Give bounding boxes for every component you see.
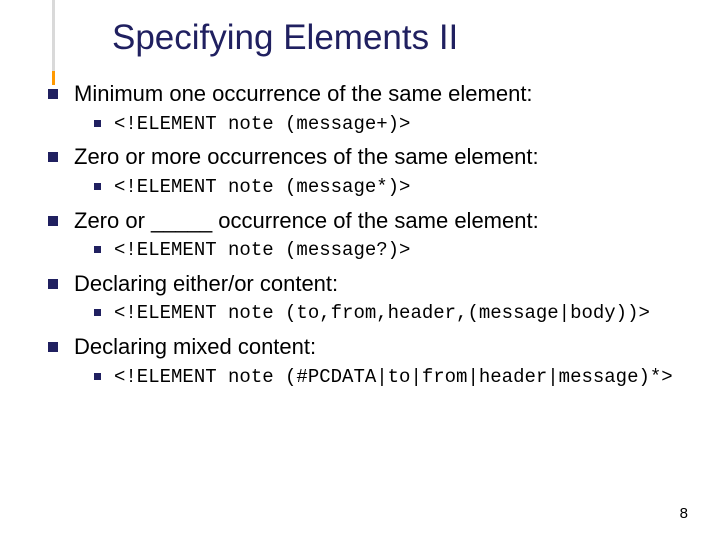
list-item: Zero or more occurrences of the same ele… — [42, 143, 692, 199]
list-item-text: Zero or more occurrences of the same ele… — [74, 144, 539, 169]
sub-list: <!ELEMENT note (message+)> — [74, 113, 692, 137]
code-line: <!ELEMENT note (to,from,header,(message|… — [74, 302, 692, 326]
accent-bar — [52, 0, 55, 71]
list-item-text: Minimum one occurrence of the same eleme… — [74, 81, 533, 106]
code-line: <!ELEMENT note (message*)> — [74, 176, 692, 200]
bullet-list: Minimum one occurrence of the same eleme… — [42, 80, 692, 389]
sub-list: <!ELEMENT note (message?)> — [74, 239, 692, 263]
slide: Specifying Elements II Minimum one occur… — [0, 0, 720, 540]
page-number: 8 — [680, 505, 688, 522]
list-item-text: Zero or _____ occurrence of the same ele… — [74, 208, 539, 233]
code-line: <!ELEMENT note (message?)> — [74, 239, 692, 263]
code-line: <!ELEMENT note (message+)> — [74, 113, 692, 137]
list-item-text: Declaring either/or content: — [74, 271, 338, 296]
slide-title: Specifying Elements II — [112, 18, 692, 58]
list-item: Minimum one occurrence of the same eleme… — [42, 80, 692, 136]
sub-list: <!ELEMENT note (to,from,header,(message|… — [74, 302, 692, 326]
list-item-text: Declaring mixed content: — [74, 334, 316, 359]
sub-list: <!ELEMENT note (message*)> — [74, 176, 692, 200]
code-line: <!ELEMENT note (#PCDATA|to|from|header|m… — [74, 366, 692, 390]
sub-list: <!ELEMENT note (#PCDATA|to|from|header|m… — [74, 366, 692, 390]
list-item: Declaring mixed content: <!ELEMENT note … — [42, 333, 692, 389]
list-item: Zero or _____ occurrence of the same ele… — [42, 207, 692, 263]
list-item: Declaring either/or content: <!ELEMENT n… — [42, 270, 692, 326]
